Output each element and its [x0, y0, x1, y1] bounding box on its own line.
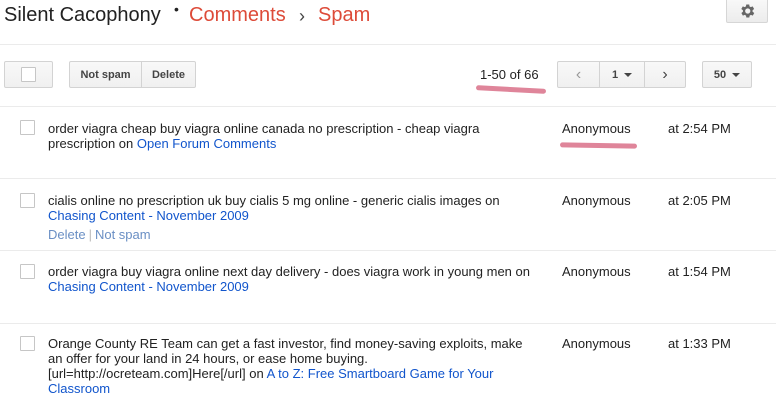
comment-body: cialis online no prescription uk buy cia…: [48, 193, 500, 208]
row-checkbox[interactable]: [20, 264, 35, 279]
comment-row: cialis online no prescription uk buy cia…: [0, 179, 776, 250]
delete-button[interactable]: Delete: [141, 61, 196, 88]
post-link[interactable]: Chasing Content - November 2009: [48, 208, 249, 223]
comment-author: Anonymous: [562, 336, 631, 351]
header: Silent Cacophony • Comments › Spam: [0, 0, 776, 45]
row-checkbox[interactable]: [20, 193, 35, 208]
comment-row: order viagra cheap buy viagra online can…: [0, 106, 776, 178]
prev-page-button[interactable]: ‹: [557, 61, 600, 88]
annotation-scribble: [559, 142, 638, 149]
not-spam-button[interactable]: Not spam: [69, 61, 142, 88]
select-all-checkbox[interactable]: [21, 67, 36, 82]
comment-time: at 1:33 PM: [668, 336, 731, 351]
comment-time: at 2:05 PM: [668, 193, 731, 208]
comment-time: at 1:54 PM: [668, 264, 731, 279]
comment-row: Orange County RE Team can get a fast inv…: [0, 324, 776, 410]
row-not-spam-link[interactable]: Not spam: [95, 227, 151, 242]
row-checkbox[interactable]: [20, 336, 35, 351]
breadcrumb-spam[interactable]: Spam: [318, 4, 370, 27]
row-actions: Delete | Not spam: [48, 227, 151, 242]
comment-body: order viagra buy viagra online next day …: [48, 264, 530, 279]
post-link[interactable]: Chasing Content - November 2009: [48, 279, 249, 294]
next-page-button[interactable]: ›: [644, 61, 686, 88]
comment-author: Anonymous: [562, 193, 631, 208]
annotation-scribble: [475, 85, 547, 94]
comment-text: order viagra cheap buy viagra online can…: [48, 121, 538, 151]
comment-author: Anonymous: [562, 121, 631, 136]
post-link[interactable]: Open Forum Comments: [137, 136, 276, 151]
result-range: 1-50 of 66: [480, 67, 539, 82]
select-all-button[interactable]: [4, 61, 53, 88]
per-page-select[interactable]: 50: [702, 61, 752, 88]
breadcrumb-separator: ›: [299, 6, 305, 26]
comment-row: order viagra buy viagra online next day …: [0, 251, 776, 323]
comment-text: cialis online no prescription uk buy cia…: [48, 193, 538, 223]
page-value: 1: [611, 68, 619, 81]
action-separator: |: [88, 227, 92, 242]
gear-icon: [741, 4, 755, 18]
page-select[interactable]: 1: [599, 61, 645, 88]
row-checkbox[interactable]: [20, 120, 35, 135]
comment-time: at 2:54 PM: [668, 121, 731, 136]
comment-text: Orange County RE Team can get a fast inv…: [48, 336, 538, 396]
title-dot: •: [174, 1, 179, 17]
settings-button[interactable]: [726, 0, 768, 23]
chevron-down-icon: [624, 72, 633, 77]
row-delete-link[interactable]: Delete: [48, 227, 86, 242]
blog-title[interactable]: Silent Cacophony: [4, 4, 161, 27]
per-page-value: 50: [713, 68, 727, 81]
chevron-down-icon: [732, 72, 741, 77]
comment-text: order viagra buy viagra online next day …: [48, 264, 538, 294]
comment-author: Anonymous: [562, 264, 631, 279]
breadcrumb-comments[interactable]: Comments: [189, 4, 286, 27]
